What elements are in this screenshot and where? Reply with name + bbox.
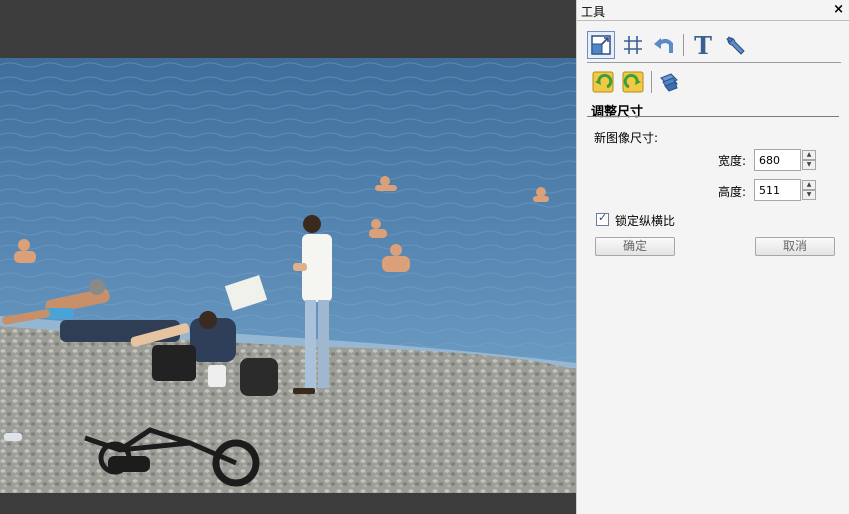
panel-titlebar: 工具 ×	[577, 2, 849, 21]
rotate-right-button[interactable]	[619, 68, 647, 96]
close-icon[interactable]: ×	[833, 2, 844, 17]
toolbar-separator	[683, 34, 684, 56]
height-label: 高度:	[718, 185, 747, 199]
toolbar-divider	[587, 62, 841, 63]
lock-ratio-checkbox[interactable]: ✓	[596, 211, 609, 226]
width-input[interactable]	[754, 149, 801, 171]
section-title: 调整尺寸	[591, 105, 644, 120]
section-divider	[587, 116, 839, 117]
rotate-left-button[interactable]	[589, 68, 617, 96]
toolbar-separator	[651, 71, 652, 93]
undo-icon	[654, 38, 673, 53]
beach-photo[interactable]	[0, 58, 576, 493]
effects-tool-button[interactable]	[655, 68, 683, 96]
effects-icon	[660, 73, 678, 92]
text-icon: T	[694, 30, 712, 60]
resize-tool-button[interactable]	[587, 31, 615, 59]
undo-tool-button[interactable]	[649, 31, 677, 59]
crop-icon	[624, 36, 642, 54]
new-size-label: 新图像尺寸:	[594, 131, 659, 145]
resize-icon	[591, 35, 611, 55]
lock-ratio-label[interactable]: 锁定纵横比	[615, 212, 675, 229]
image-canvas[interactable]	[0, 0, 576, 514]
rotate-right-icon	[622, 71, 644, 93]
wrench-icon	[726, 36, 745, 55]
width-decrement-button[interactable]: ▼	[802, 160, 816, 170]
beach-photo-drawing	[0, 58, 576, 493]
height-input[interactable]	[754, 179, 801, 201]
height-decrement-button[interactable]: ▼	[802, 190, 816, 200]
height-increment-button[interactable]: ▲	[802, 180, 816, 190]
text-tool-button[interactable]: T	[689, 30, 717, 60]
ok-button[interactable]: 确定	[595, 237, 675, 256]
crop-tool-button[interactable]	[619, 31, 647, 59]
checkmark-icon: ✓	[598, 211, 608, 224]
cancel-button[interactable]: 取消	[755, 237, 835, 256]
width-label: 宽度:	[718, 154, 747, 168]
tools-panel: 工具 × T 调整尺寸 新图像尺寸: 宽度: 680 ▲ ▼ 高度: 511 ▲…	[576, 0, 849, 514]
rotate-left-icon	[592, 71, 614, 93]
panel-title: 工具	[581, 5, 606, 19]
settings-tool-button[interactable]	[721, 31, 749, 59]
width-increment-button[interactable]: ▲	[802, 150, 816, 160]
